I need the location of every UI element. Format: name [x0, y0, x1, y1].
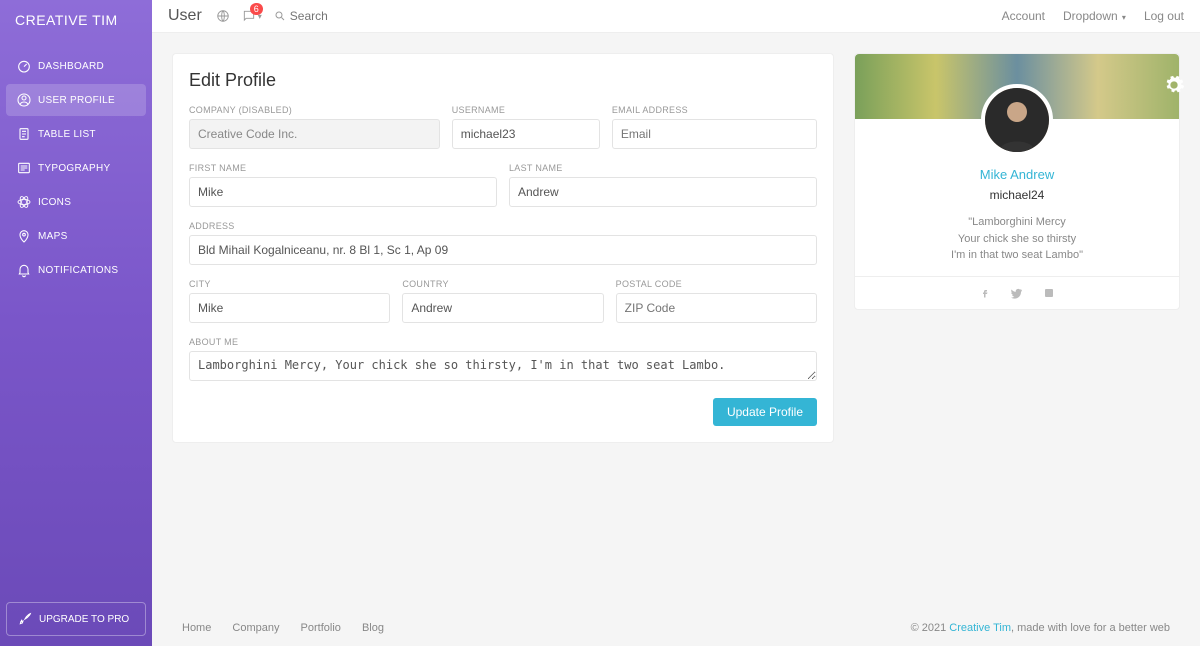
footer-copyright: © 2021 Creative Tim, made with love for …: [911, 622, 1170, 634]
dropdown-link[interactable]: Dropdown ▾: [1063, 9, 1126, 23]
globe-icon[interactable]: [216, 9, 230, 23]
company-input: [189, 119, 440, 149]
city-input[interactable]: [189, 293, 390, 323]
lastname-input[interactable]: [509, 177, 817, 207]
sidebar-item-label: USER PROFILE: [38, 95, 115, 106]
google-icon[interactable]: [1043, 287, 1055, 299]
rocket-icon: [17, 611, 39, 627]
avatar[interactable]: [981, 84, 1053, 156]
sidebar-item-label: TABLE LIST: [38, 129, 96, 140]
profile-card: Mike Andrew michael24 "Lamborghini Mercy…: [854, 53, 1180, 310]
footer-portfolio-link[interactable]: Portfolio: [301, 622, 341, 634]
pin-icon: [16, 228, 38, 244]
search-icon: [274, 10, 286, 22]
city-label: CITY: [189, 279, 390, 289]
company-label: COMPANY (DISABLED): [189, 105, 440, 115]
footer: Home Company Portfolio Blog © 2021 Creat…: [152, 610, 1200, 646]
about-textarea[interactable]: [189, 351, 817, 381]
sidebar: CREATIVE TIM DASHBOARD USER PROFILE TABL…: [0, 0, 152, 646]
sidebar-item-label: MAPS: [38, 231, 68, 242]
account-link[interactable]: Account: [1002, 9, 1045, 23]
main-content: Edit Profile COMPANY (DISABLED) USERNAME…: [152, 33, 1200, 610]
upgrade-label: UPGRADE TO PRO: [39, 614, 129, 625]
footer-links: Home Company Portfolio Blog: [182, 622, 402, 634]
sidebar-item-maps[interactable]: MAPS: [6, 220, 146, 252]
notification-badge: 6: [250, 3, 263, 15]
sidebar-item-typography[interactable]: TYPOGRAPHY: [6, 152, 146, 184]
footer-creative-tim-link[interactable]: Creative Tim: [949, 622, 1011, 634]
country-input[interactable]: [402, 293, 603, 323]
about-label: ABOUT ME: [189, 337, 817, 347]
clipboard-icon: [16, 126, 38, 142]
gauge-icon: [16, 58, 38, 74]
footer-company-link[interactable]: Company: [232, 622, 279, 634]
logout-link[interactable]: Log out: [1144, 9, 1184, 23]
sidebar-item-label: ICONS: [38, 197, 71, 208]
sidebar-item-label: DASHBOARD: [38, 61, 104, 72]
address-input[interactable]: [189, 235, 817, 265]
edit-profile-heading: Edit Profile: [189, 70, 817, 91]
profile-username: michael24: [871, 188, 1163, 202]
country-label: COUNTRY: [402, 279, 603, 289]
topbar: User 6 ▾ Account Dropdown ▾ Log out: [152, 0, 1200, 33]
sidebar-item-icons[interactable]: ICONS: [6, 186, 146, 218]
caret-down-icon: ▾: [1120, 13, 1126, 22]
username-input[interactable]: [452, 119, 600, 149]
search-input[interactable]: [290, 9, 390, 23]
sidebar-item-label: TYPOGRAPHY: [38, 163, 110, 174]
gear-icon[interactable]: [1163, 74, 1185, 96]
footer-home-link[interactable]: Home: [182, 622, 211, 634]
user-circle-icon: [16, 92, 38, 108]
sidebar-item-user-profile[interactable]: USER PROFILE: [6, 84, 146, 116]
footer-blog-link[interactable]: Blog: [362, 622, 384, 634]
topbar-right: Account Dropdown ▾ Log out: [1002, 9, 1184, 23]
firstname-label: FIRST NAME: [189, 163, 497, 173]
email-label: EMAIL ADDRESS: [612, 105, 817, 115]
sidebar-item-label: NOTIFICATIONS: [38, 265, 118, 276]
notifications-icon[interactable]: 6 ▾: [242, 9, 262, 23]
postal-label: POSTAL CODE: [616, 279, 817, 289]
profile-name-link[interactable]: Mike Andrew: [871, 167, 1163, 182]
sidebar-item-table-list[interactable]: TABLE LIST: [6, 118, 146, 150]
atom-icon: [16, 194, 38, 210]
sidebar-nav: DASHBOARD USER PROFILE TABLE LIST TYPOGR…: [0, 40, 152, 298]
brand-logo[interactable]: CREATIVE TIM: [0, 0, 152, 40]
news-icon: [16, 160, 38, 176]
firstname-input[interactable]: [189, 177, 497, 207]
email-input[interactable]: [612, 119, 817, 149]
search-wrap: [274, 9, 390, 23]
page-title: User: [168, 7, 202, 25]
facebook-icon[interactable]: [979, 287, 991, 299]
edit-profile-card: Edit Profile COMPANY (DISABLED) USERNAME…: [172, 53, 834, 443]
bell-icon: [16, 262, 38, 278]
address-label: ADDRESS: [189, 221, 817, 231]
profile-quote: "Lamborghini Mercy Your chick she so thi…: [871, 214, 1163, 264]
sidebar-item-notifications[interactable]: NOTIFICATIONS: [6, 254, 146, 286]
update-profile-button[interactable]: Update Profile: [713, 398, 817, 426]
sidebar-item-dashboard[interactable]: DASHBOARD: [6, 50, 146, 82]
profile-social: [855, 276, 1179, 309]
twitter-icon[interactable]: [1011, 287, 1023, 299]
postal-input[interactable]: [616, 293, 817, 323]
username-label: USERNAME: [452, 105, 600, 115]
upgrade-to-pro-button[interactable]: UPGRADE TO PRO: [6, 602, 146, 636]
lastname-label: LAST NAME: [509, 163, 817, 173]
